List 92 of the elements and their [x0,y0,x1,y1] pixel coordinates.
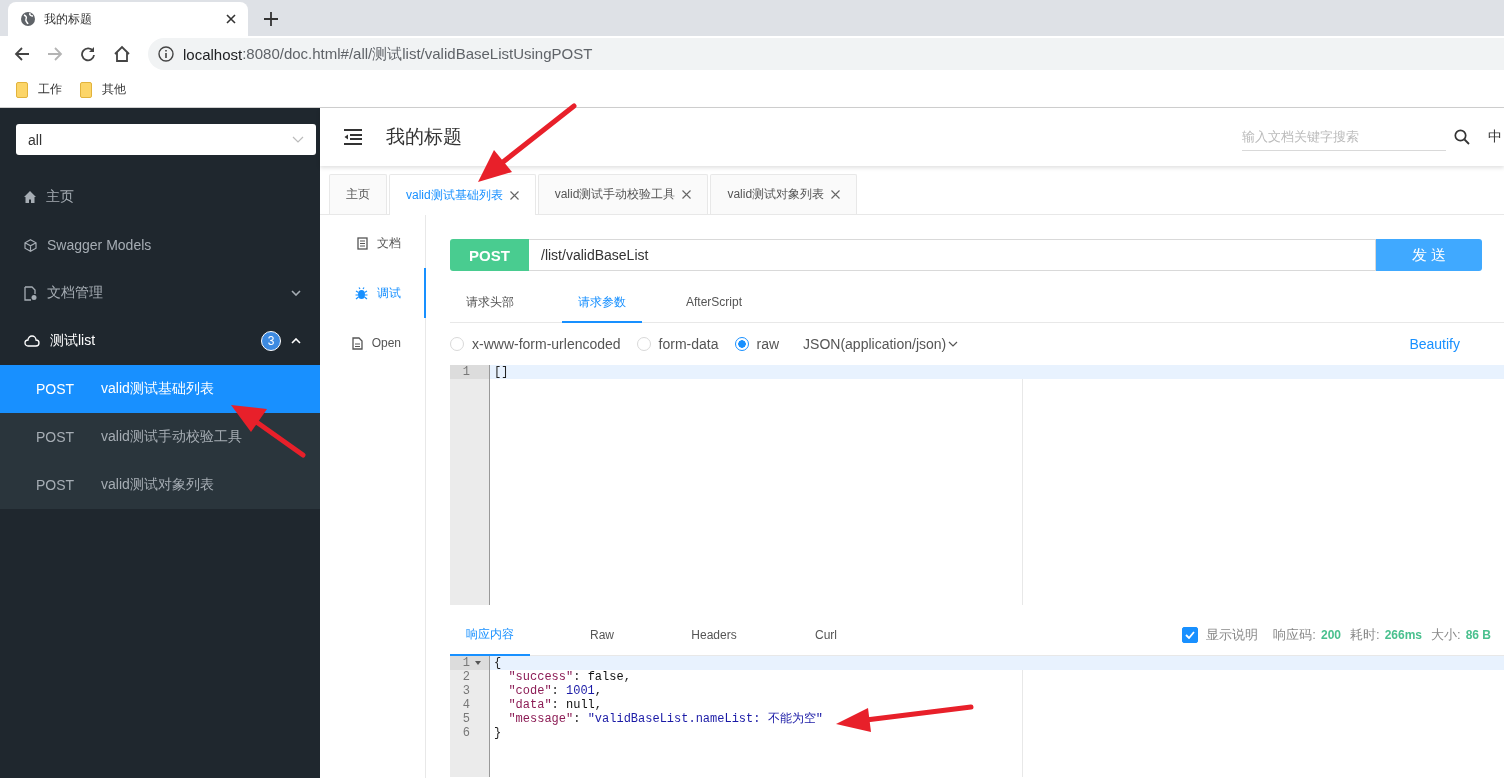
menu-label: 文档管理 [47,284,104,302]
address-bar[interactable]: localhost:8080/doc.html#/all/测试list/validBaseListUsingPOST [148,38,1504,70]
radio-label: raw [756,336,780,352]
chevron-down-icon [292,135,304,144]
browser-tab[interactable]: 我的标题 [8,2,248,36]
file-icon [351,336,363,350]
menu-item[interactable]: Swagger Models [0,221,320,269]
page-tab[interactable]: valid测试对象列表 [710,174,858,214]
tab-title: 我的标题 [44,10,93,28]
back-icon[interactable] [14,46,30,62]
folder-icon [80,81,92,98]
code-line: { [494,656,502,670]
line-number: 1 [462,656,470,670]
code-line: "code": 1001, [507,684,603,698]
group-select[interactable]: all [16,124,316,155]
radio-label: form-data [658,336,719,352]
code-line: [] [494,365,509,379]
api-item[interactable]: POST valid测试手动校验工具 [0,413,320,461]
stat-value: 266ms [1384,628,1422,642]
globe-icon [20,11,36,27]
code-line: "success": false, [507,670,631,684]
method-label: POST [36,381,76,397]
home-icon [24,191,36,203]
checkbox-label: 显示说明 [1206,626,1259,644]
checkbox[interactable] [1182,627,1199,643]
radio-button[interactable] [734,337,749,351]
bookmark[interactable]: 其他 [102,81,126,98]
page-tab[interactable]: valid测试手动校验工具 [537,174,709,214]
info-icon [158,46,174,62]
url-path: :8080/doc.html#/all/测试list/validBaseListUsingPOST [242,44,593,64]
api-item[interactable]: POST valid测试对象列表 [0,461,320,509]
request-tab[interactable]: AfterScript [674,283,754,323]
menu-icon[interactable] [344,129,362,145]
menu-item[interactable]: 主页 [0,173,320,221]
stat-label: 耗时: [1350,626,1380,644]
search-icon[interactable] [1454,129,1470,145]
page-tab[interactable]: 主页 [329,174,387,214]
line-number: 2 [462,670,470,684]
menu-item[interactable]: 文档管理 [0,269,320,317]
chevron-down-icon [948,341,959,347]
menu-label: Swagger Models [47,237,153,253]
menu-item[interactable]: 测试list 3 [0,317,320,365]
method-label: POST [36,429,76,445]
new-tab-icon[interactable] [264,12,278,26]
count-badge: 3 [261,331,281,351]
document-icon [357,236,368,250]
stat-label: 响应码: [1273,626,1316,644]
line-number: 5 [462,712,470,726]
content-type-dropdown[interactable]: JSON(application/json) [803,336,1410,352]
method-label: POST [36,477,76,493]
close-icon[interactable] [831,190,841,199]
side-tab[interactable]: Open [330,318,426,368]
reload-icon[interactable] [80,46,96,62]
stat-value: 86 B [1465,628,1491,642]
response-tab[interactable]: Raw [562,615,642,656]
code-line: "data": null, [507,698,603,712]
menu-label: 测试list [50,332,97,350]
stat-label: 大小: [1431,626,1461,644]
stat-value: 200 [1321,628,1341,642]
request-tab[interactable]: 请求头部 [450,283,530,323]
line-number: 1 [462,365,470,379]
response-tab[interactable]: Curl [786,615,866,656]
page-title: 我的标题 [386,125,463,149]
code-line: "message": "validBaseList.nameList: 不能为空" [507,712,823,726]
method-badge: POST [450,239,529,271]
line-number: 6 [462,726,470,740]
bookmark[interactable]: 工作 [38,81,62,98]
code-line: } [494,726,502,740]
folder-icon [16,81,28,98]
close-icon[interactable] [509,190,519,200]
cloud-icon [24,335,40,347]
home-icon[interactable] [113,45,131,63]
url-host: localhost [183,45,243,63]
bug-icon [355,286,368,300]
cube-icon [24,238,37,252]
close-icon[interactable] [226,14,236,24]
checkmark-icon [1185,631,1196,639]
response-tab[interactable]: Headers [674,615,754,656]
api-name: valid测试对象列表 [101,476,214,494]
fold-icon[interactable] [475,661,481,665]
radio-label: x-www-form-urlencoded [472,336,621,352]
language-link[interactable]: 中 [1488,128,1502,146]
line-number: 4 [462,698,470,712]
path-field[interactable]: /list/validBaseList [529,239,1376,271]
api-name: valid测试手动校验工具 [101,428,242,446]
close-icon[interactable] [682,190,692,199]
code-editor[interactable]: 1 [] [450,365,1504,605]
side-tab[interactable]: 文档 [330,218,426,268]
line-number: 3 [462,684,470,698]
document-icon [24,285,37,301]
menu-label: 主页 [46,188,75,206]
api-name: valid测试基础列表 [101,380,214,398]
